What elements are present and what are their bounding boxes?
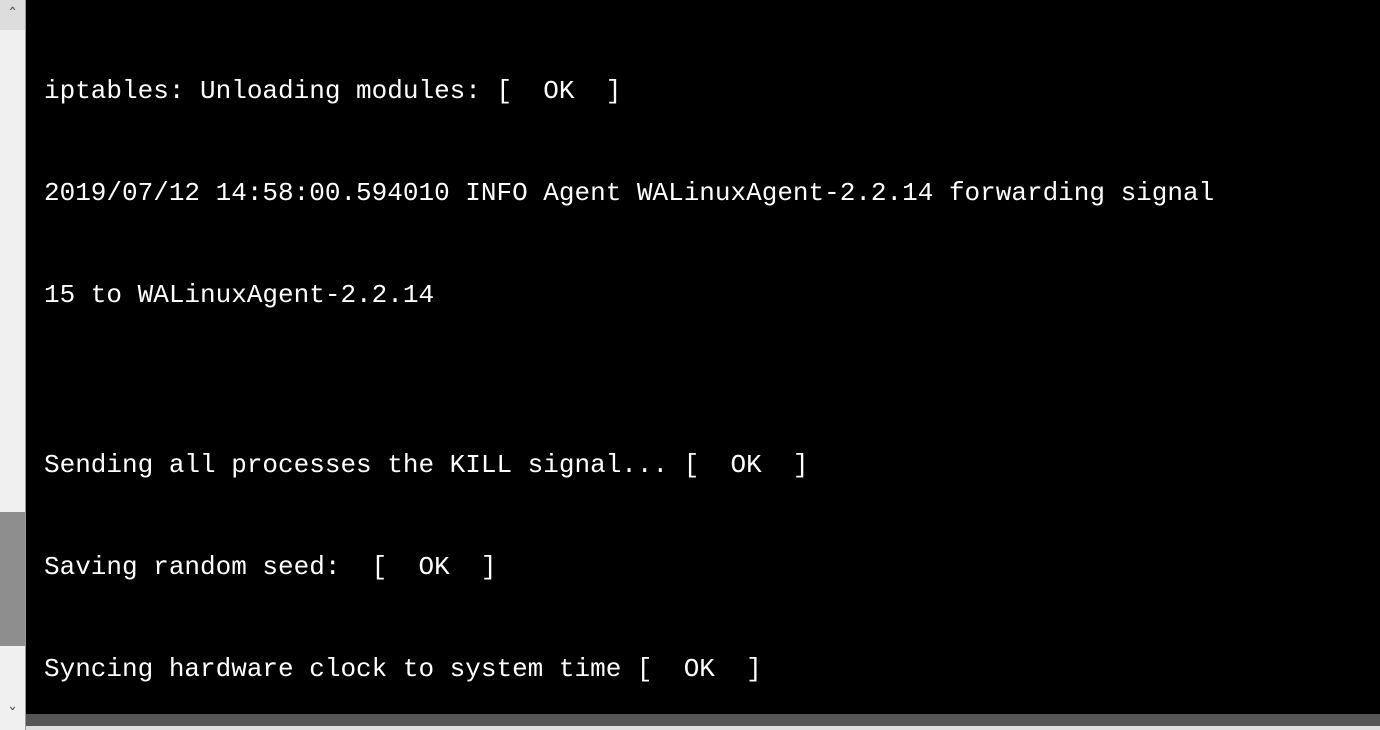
scrollbar-thumb[interactable] — [0, 512, 25, 646]
console-line: Syncing hardware clock to system time [ … — [44, 652, 1380, 686]
console-line: Sending all processes the KILL signal...… — [44, 448, 1380, 482]
terminal-viewport[interactable]: iptables: Unloading modules: [ OK ] 2019… — [26, 0, 1380, 714]
vertical-scrollbar[interactable]: ˆ ˇ — [0, 0, 26, 730]
bottom-strip — [26, 714, 1380, 730]
scroll-down-button[interactable]: ˇ — [0, 700, 25, 730]
chevron-down-icon: ˇ — [7, 705, 18, 726]
console-line: iptables: Unloading modules: [ OK ] — [44, 74, 1380, 108]
scrollbar-track[interactable] — [0, 30, 25, 700]
scroll-up-button[interactable]: ˆ — [0, 0, 25, 30]
console-line: 2019/07/12 14:58:00.594010 INFO Agent WA… — [44, 176, 1380, 210]
console-line: 15 to WALinuxAgent-2.2.14 — [44, 278, 1380, 312]
chevron-up-icon: ˆ — [7, 5, 18, 26]
console-line: Saving random seed: [ OK ] — [44, 550, 1380, 584]
